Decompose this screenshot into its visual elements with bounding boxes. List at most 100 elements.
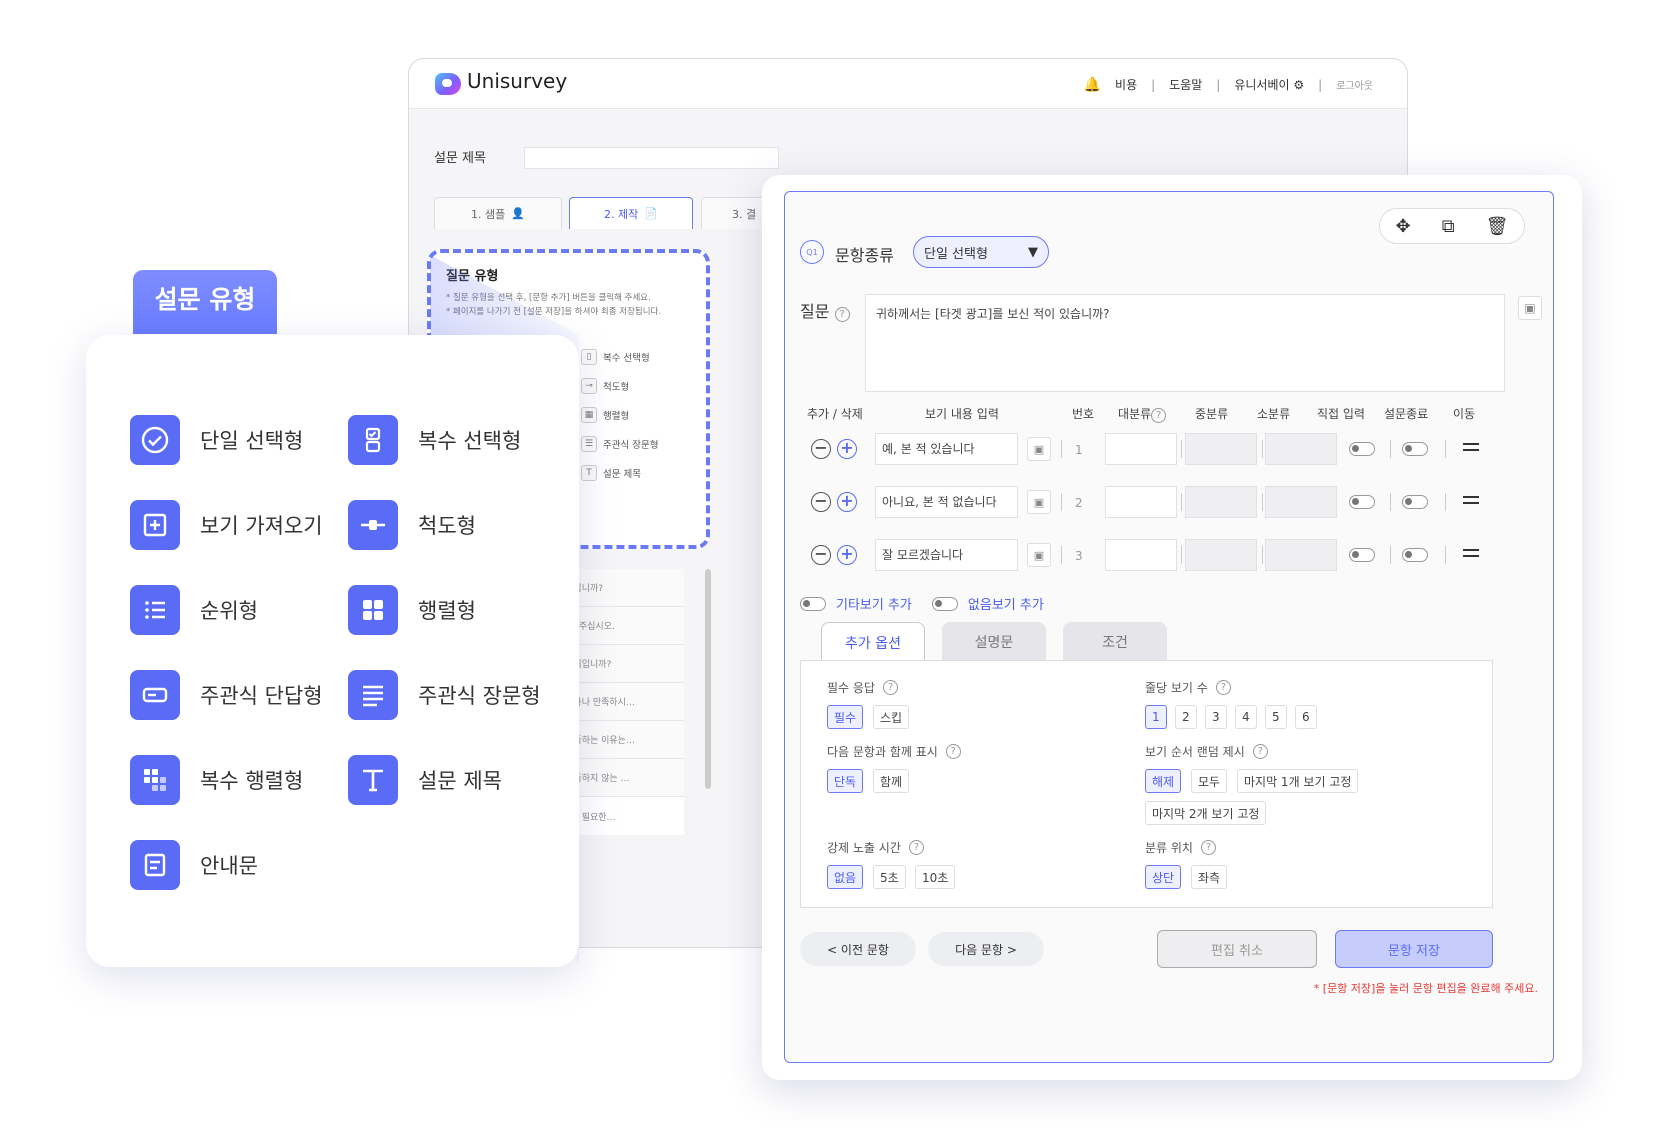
other-option-toggle[interactable] [800, 596, 826, 611]
col-minor-class: 소분류 [1257, 407, 1291, 421]
together-option[interactable]: 함께 [873, 769, 910, 793]
save-question-button[interactable]: 문항 저장 [1335, 930, 1493, 968]
major-class-input[interactable] [1105, 486, 1177, 518]
next-question-button[interactable]: 다음 문항 > [928, 932, 1044, 966]
end-survey-toggle[interactable] [1402, 442, 1428, 456]
per-row-option[interactable]: 3 [1205, 705, 1227, 729]
minus-circle-icon[interactable]: − [811, 439, 831, 459]
major-class-input[interactable] [1105, 539, 1177, 571]
help-icon[interactable]: ? [834, 307, 850, 322]
random-order-label-text: 보기 순서 랜덤 제시 [1145, 745, 1245, 759]
end-survey-toggle[interactable] [1402, 548, 1428, 562]
class-left-option[interactable]: 좌측 [1191, 865, 1228, 889]
option-row: − + 아니요, 본 적 없습니다 ▣ 2 [785, 485, 1555, 521]
type-short-answer[interactable]: 주관식 단답형 [130, 670, 323, 720]
random-fix-last1-option[interactable]: 마지막 1개 보기 고정 [1237, 769, 1359, 793]
trash-icon[interactable]: 🗑 [1486, 216, 1509, 237]
plus-circle-icon[interactable]: + [837, 439, 857, 459]
direct-input-toggle[interactable] [1349, 442, 1375, 456]
copy-icon[interactable]: ⧉ [1442, 216, 1455, 237]
question-type-select[interactable]: 단일 선택형 ▼ [913, 236, 1049, 268]
col-option-text: 보기 내용 입력 [925, 407, 999, 421]
drag-handle-icon[interactable] [1463, 549, 1479, 557]
help-icon[interactable]: ? [1151, 408, 1167, 423]
forced-time-10s-option[interactable]: 10초 [915, 865, 956, 889]
move-icon[interactable]: ✥ [1396, 216, 1411, 237]
image-icon[interactable]: ▣ [1027, 543, 1051, 567]
direct-input-toggle[interactable] [1349, 548, 1375, 562]
type-label: 안내문 [200, 854, 258, 878]
direct-input-toggle[interactable] [1349, 495, 1375, 509]
drag-handle-icon[interactable] [1463, 443, 1479, 451]
type-survey-title[interactable]: 설문 제목 [348, 755, 502, 805]
type-scale[interactable]: 척도형 [348, 500, 476, 550]
per-row-option[interactable]: 4 [1235, 705, 1257, 729]
minor-class-input[interactable] [1265, 486, 1337, 518]
tab-extra-options[interactable]: 추가 옵션 [821, 622, 925, 662]
help-icon[interactable]: ? [908, 840, 924, 855]
image-icon[interactable]: ▣ [1027, 490, 1051, 514]
col-add-remove: 추가 / 삭제 [807, 407, 863, 421]
forced-time-label: 강제 노출 시간? [827, 839, 924, 856]
plus-circle-icon[interactable]: + [837, 545, 857, 565]
random-off-option[interactable]: 해제 [1145, 769, 1182, 793]
prev-question-button[interactable]: < 이전 문항 [800, 932, 916, 966]
random-all-option[interactable]: 모두 [1191, 769, 1228, 793]
minus-circle-icon[interactable]: − [811, 545, 831, 565]
class-top-option[interactable]: 상단 [1145, 865, 1182, 889]
extra-options-toggles: 기타보기 추가 없음보기 추가 [800, 594, 1044, 613]
required-option[interactable]: 필수 [827, 705, 864, 729]
col-end-survey: 설문종료 [1384, 407, 1429, 421]
type-ranking[interactable]: 순위형 [130, 585, 258, 635]
type-notice[interactable]: 안내문 [130, 840, 258, 890]
cancel-edit-button[interactable]: 편집 취소 [1157, 930, 1317, 968]
tab-description[interactable]: 설명문 [942, 622, 1046, 662]
skip-option[interactable]: 스킵 [873, 705, 910, 729]
option-text-input[interactable]: 예, 본 적 있습니다 [875, 433, 1018, 465]
minor-class-input[interactable] [1265, 433, 1337, 465]
per-row-option[interactable]: 2 [1175, 705, 1197, 729]
mid-class-input[interactable] [1185, 539, 1257, 571]
per-row-option[interactable]: 5 [1265, 705, 1287, 729]
type-import-options[interactable]: 보기 가져오기 [130, 500, 323, 550]
help-icon[interactable]: ? [882, 680, 898, 695]
forced-time-5s-option[interactable]: 5초 [873, 865, 906, 889]
major-class-input[interactable] [1105, 433, 1177, 465]
type-label: 행렬형 [418, 599, 476, 623]
end-survey-toggle[interactable] [1402, 495, 1428, 509]
type-multi-matrix[interactable]: 복수 행렬형 [130, 755, 303, 805]
per-row-option[interactable]: 1 [1145, 705, 1167, 729]
help-icon[interactable]: ? [1252, 744, 1268, 759]
solo-option[interactable]: 단독 [827, 769, 864, 793]
type-long-answer[interactable]: 주관식 장문형 [348, 670, 541, 720]
tab-conditions[interactable]: 조건 [1063, 622, 1167, 662]
option-text-input[interactable]: 아니요, 본 적 없습니다 [875, 486, 1018, 518]
random-fix-last2-option[interactable]: 마지막 2개 보기 고정 [1145, 801, 1267, 825]
minor-class-input[interactable] [1265, 539, 1337, 571]
image-icon[interactable]: ▣ [1518, 296, 1542, 320]
type-label: 척도형 [418, 514, 476, 538]
question-textarea[interactable]: 귀하께서는 [타겟 광고]를 보신 적이 있습니까? [865, 294, 1505, 392]
minus-circle-icon[interactable]: − [811, 492, 831, 512]
help-icon[interactable]: ? [1215, 680, 1231, 695]
class-position-label-text: 분류 위치 [1145, 841, 1193, 855]
question-number-badge: Q1 [800, 240, 824, 264]
plus-circle-icon[interactable]: + [837, 492, 857, 512]
help-icon[interactable]: ? [945, 744, 961, 759]
forced-time-none-option[interactable]: 없음 [827, 865, 864, 889]
mid-class-input[interactable] [1185, 433, 1257, 465]
type-label: 보기 가져오기 [200, 514, 323, 538]
mid-class-input[interactable] [1185, 486, 1257, 518]
drag-handle-icon[interactable] [1463, 496, 1479, 504]
help-icon[interactable]: ? [1200, 840, 1216, 855]
question-label-text: 질문 [800, 302, 830, 321]
type-multi-choice[interactable]: 복수 선택형 [348, 415, 521, 465]
none-option-toggle[interactable] [931, 596, 958, 611]
long-text-icon [348, 670, 398, 720]
option-text-input[interactable]: 잘 모르겠습니다 [875, 539, 1018, 571]
notice-icon [130, 840, 180, 890]
per-row-option[interactable]: 6 [1295, 705, 1317, 729]
type-matrix[interactable]: 행렬형 [348, 585, 476, 635]
type-single-choice[interactable]: 단일 선택형 [130, 415, 303, 465]
image-icon[interactable]: ▣ [1027, 437, 1051, 461]
